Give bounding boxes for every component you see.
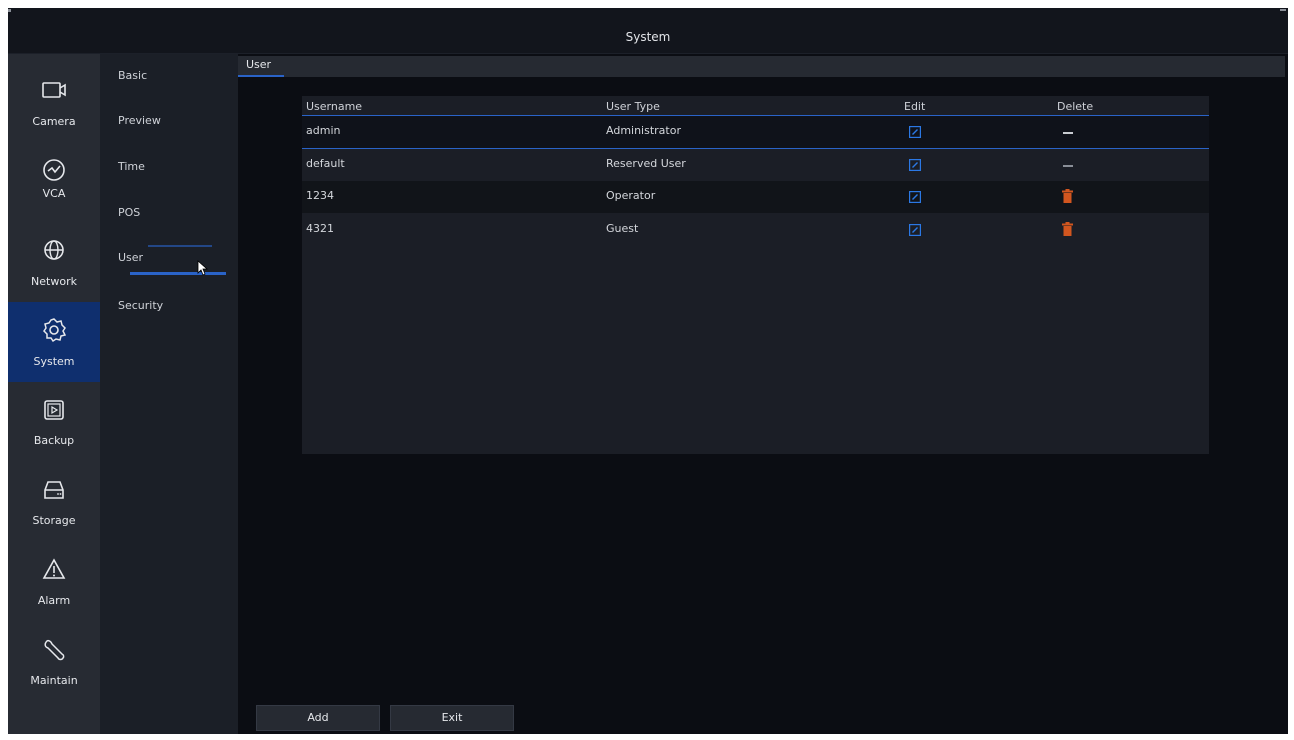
main-nav: Camera VCA Network System Backup Storage…	[8, 54, 100, 734]
header-user-type: User Type	[606, 100, 660, 113]
submenu-basic[interactable]: Basic	[118, 69, 228, 82]
storage-icon	[44, 481, 64, 499]
user-content: User Username User Type Edit Delete admi…	[238, 54, 1288, 734]
tab-bar: User	[238, 56, 1285, 77]
nav-label: Network	[31, 275, 77, 288]
table-row[interactable]: admin Administrator	[302, 115, 1209, 149]
nav-maintain[interactable]: Maintain	[8, 622, 100, 702]
nav-backup[interactable]: Backup	[8, 382, 100, 462]
cell-username: 4321	[306, 222, 334, 235]
cell-user-type: Guest	[606, 222, 639, 235]
nav-network[interactable]: Network	[8, 222, 100, 302]
edit-icon[interactable]	[909, 191, 921, 203]
header-delete: Delete	[1057, 100, 1094, 113]
trash-icon[interactable]	[1062, 222, 1073, 236]
nav-vca[interactable]: VCA	[8, 142, 100, 222]
gear-icon	[43, 318, 67, 343]
user-table: Username User Type Edit Delete admin Adm…	[302, 96, 1209, 454]
nav-alarm[interactable]: Alarm	[8, 542, 100, 622]
edit-icon[interactable]	[909, 126, 921, 138]
minimize-mark[interactable]	[1280, 9, 1286, 11]
alarm-warning-icon	[42, 558, 66, 579]
table-row[interactable]: 1234 Operator	[302, 181, 1209, 213]
submenu-preview[interactable]: Preview	[118, 114, 228, 127]
cell-username: admin	[306, 124, 341, 137]
nav-label: Maintain	[30, 674, 78, 687]
nav-storage[interactable]: Storage	[8, 462, 100, 542]
submenu-time[interactable]: Time	[118, 160, 228, 173]
nav-label: Storage	[32, 514, 76, 527]
vca-icon	[43, 159, 65, 181]
submenu-user[interactable]: User	[118, 251, 228, 264]
nav-label: Backup	[33, 434, 75, 447]
delete-disabled-dash	[1063, 132, 1073, 134]
edit-icon[interactable]	[909, 224, 921, 236]
network-globe-icon	[44, 240, 64, 260]
nav-label: VCA	[42, 187, 66, 200]
nav-system[interactable]: System	[8, 302, 100, 382]
cell-username: 1234	[306, 189, 334, 202]
system-window: System Camera VCA Network System Backup …	[8, 8, 1288, 734]
cell-user-type: Operator	[606, 189, 656, 202]
nav-camera[interactable]: Camera	[8, 62, 100, 142]
submenu-pos[interactable]: POS	[118, 206, 228, 219]
table-row[interactable]: 4321 Guest	[302, 214, 1209, 246]
cell-username: default	[306, 157, 345, 170]
camera-icon	[42, 82, 66, 98]
nav-label: System	[33, 355, 75, 368]
trash-icon[interactable]	[1062, 189, 1073, 203]
cell-user-type: Reserved User	[606, 157, 686, 170]
edit-icon[interactable]	[909, 159, 921, 171]
wrench-icon	[44, 639, 65, 661]
window-corner-mark	[8, 9, 11, 12]
selection-line-top	[148, 245, 212, 247]
cell-user-type: Administrator	[606, 124, 681, 137]
system-submenu: Basic Preview Time POS User Security	[100, 54, 238, 734]
delete-disabled-dash	[1063, 165, 1073, 167]
tab-user[interactable]: User	[238, 56, 284, 77]
header-username: Username	[306, 100, 363, 113]
selection-line-bottom	[130, 272, 226, 275]
mouse-cursor-icon	[197, 260, 209, 276]
nav-label: Camera	[32, 115, 76, 128]
backup-icon	[44, 400, 64, 420]
window-title: System	[625, 30, 671, 44]
exit-button[interactable]: Exit	[390, 705, 514, 731]
nav-label: Alarm	[37, 594, 71, 607]
title-bar: System	[8, 8, 1288, 54]
header-edit: Edit	[904, 100, 926, 113]
submenu-security[interactable]: Security	[118, 299, 228, 312]
table-row[interactable]: default Reserved User	[302, 149, 1209, 181]
add-button[interactable]: Add	[256, 705, 380, 731]
